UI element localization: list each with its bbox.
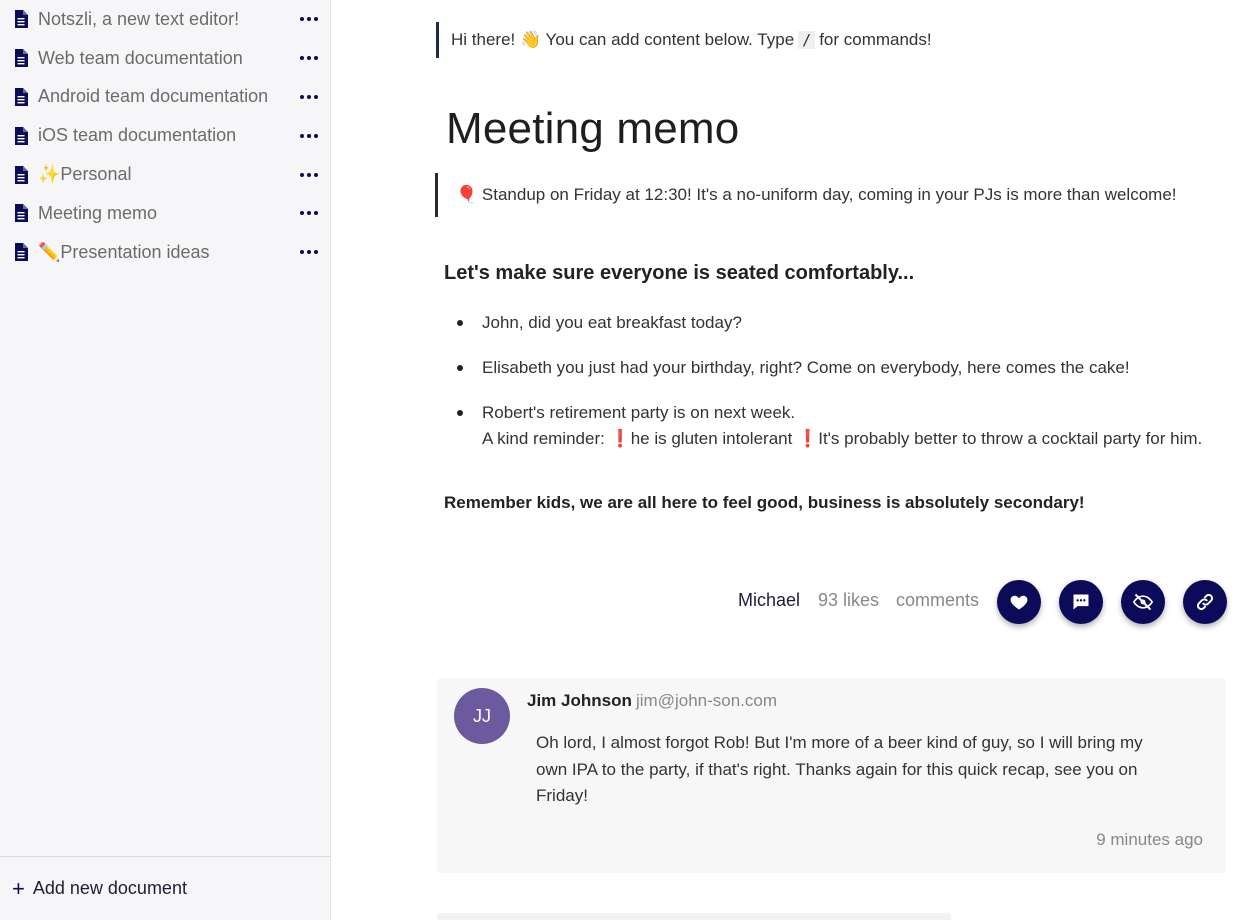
more-options-icon[interactable] (300, 208, 318, 218)
like-button[interactable] (997, 580, 1041, 624)
next-comment-card (437, 913, 951, 920)
more-options-icon[interactable] (300, 53, 318, 63)
closing-paragraph[interactable]: Remember kids, we are all here to feel g… (444, 493, 1085, 513)
list-item[interactable]: Robert's retirement party is on next wee… (444, 400, 1244, 452)
comment-body: Oh lord, I almost forgot Rob! But I'm mo… (536, 733, 1143, 805)
editor-hint[interactable]: Hi there! 👋 You can add content below. T… (436, 22, 932, 58)
more-options-icon[interactable] (300, 247, 318, 257)
author-name[interactable]: Michael (738, 590, 800, 611)
add-new-document-button[interactable]: + Add new document (0, 856, 331, 920)
sidebar-doc-label: ✨Personal (38, 164, 132, 185)
copy-link-button[interactable] (1183, 580, 1227, 624)
sidebar-doc-label: ✏️Presentation ideas (38, 241, 210, 262)
more-options-icon[interactable] (300, 14, 318, 24)
comment-timestamp: 9 minutes ago (1096, 830, 1203, 849)
document-icon (14, 49, 30, 68)
document-icon (14, 243, 30, 262)
comment-button[interactable] (1059, 580, 1103, 624)
document-list: Notszli, a new text editor! Web team doc… (0, 0, 330, 272)
document-icon (14, 10, 30, 29)
sidebar-doc-item[interactable]: Meeting memo (0, 194, 330, 233)
section-heading[interactable]: Let's make sure everyone is seated comfo… (444, 262, 914, 285)
sidebar-doc-item[interactable]: iOS team documentation (0, 116, 330, 155)
sidebar-doc-label: iOS team documentation (38, 125, 237, 146)
hint-suffix: for commands! (819, 30, 932, 49)
bullet-list: John, did you eat breakfast today? Elisa… (444, 310, 1244, 471)
comments-link[interactable]: comments (896, 590, 979, 611)
likes-count: 93 likes (818, 590, 880, 610)
document-icon (14, 87, 30, 106)
command-key: / (798, 31, 816, 49)
eye-off-icon (1133, 593, 1153, 611)
list-item[interactable]: John, did you eat breakfast today? (444, 310, 1244, 336)
link-icon (1196, 593, 1214, 611)
sidebar: Notszli, a new text editor! Web team doc… (0, 0, 331, 920)
page-title[interactable]: Meeting memo (446, 104, 739, 154)
add-new-document-label: Add new document (32, 878, 187, 898)
app-root: Notszli, a new text editor! Web team doc… (0, 0, 1259, 920)
sidebar-doc-label: Meeting memo (38, 202, 158, 223)
comment-author-name[interactable]: Jim Johnson (527, 691, 632, 711)
callout-quote[interactable]: 🎈 Standup on Friday at 12:30! It's a no-… (435, 173, 1177, 217)
comment-author-email: jim@john-son.com (636, 691, 778, 710)
editor-main: Hi there! 👋 You can add content below. T… (331, 0, 1259, 920)
sidebar-doc-item[interactable]: ✏️Presentation ideas (0, 233, 330, 272)
more-options-icon[interactable] (300, 170, 318, 180)
pencil-emoji: ✏️ (38, 241, 61, 262)
heart-icon (1010, 595, 1028, 610)
more-options-icon[interactable] (300, 92, 318, 102)
document-meta-bar: Michael 93 likes comments (331, 580, 1259, 624)
document-icon (14, 126, 30, 145)
comment-icon (1073, 594, 1089, 610)
sidebar-doc-item[interactable]: Notszli, a new text editor! (0, 0, 330, 39)
plus-icon: + (12, 875, 25, 901)
hint-prefix: Hi there! 👋 You can add content below. T… (451, 30, 795, 49)
document-icon (14, 204, 30, 223)
sidebar-doc-label: Web team documentation (38, 47, 243, 68)
sidebar-doc-item[interactable]: ✨Personal (0, 155, 330, 194)
comment-card: JJ Jim Johnson jim@john-son.com Oh lord,… (437, 678, 1226, 873)
hide-button[interactable] (1121, 580, 1165, 624)
list-item[interactable]: Elisabeth you just had your birthday, ri… (444, 355, 1244, 381)
sidebar-doc-item[interactable]: Android team documentation (0, 78, 330, 117)
avatar[interactable]: JJ (454, 688, 510, 744)
document-icon (14, 165, 30, 184)
sidebar-doc-label: Notszli, a new text editor! (38, 8, 240, 29)
sidebar-doc-label: Android team documentation (38, 86, 269, 107)
sparkles-emoji: ✨ (38, 164, 61, 185)
sidebar-doc-item[interactable]: Web team documentation (0, 39, 330, 78)
more-options-icon[interactable] (300, 131, 318, 141)
